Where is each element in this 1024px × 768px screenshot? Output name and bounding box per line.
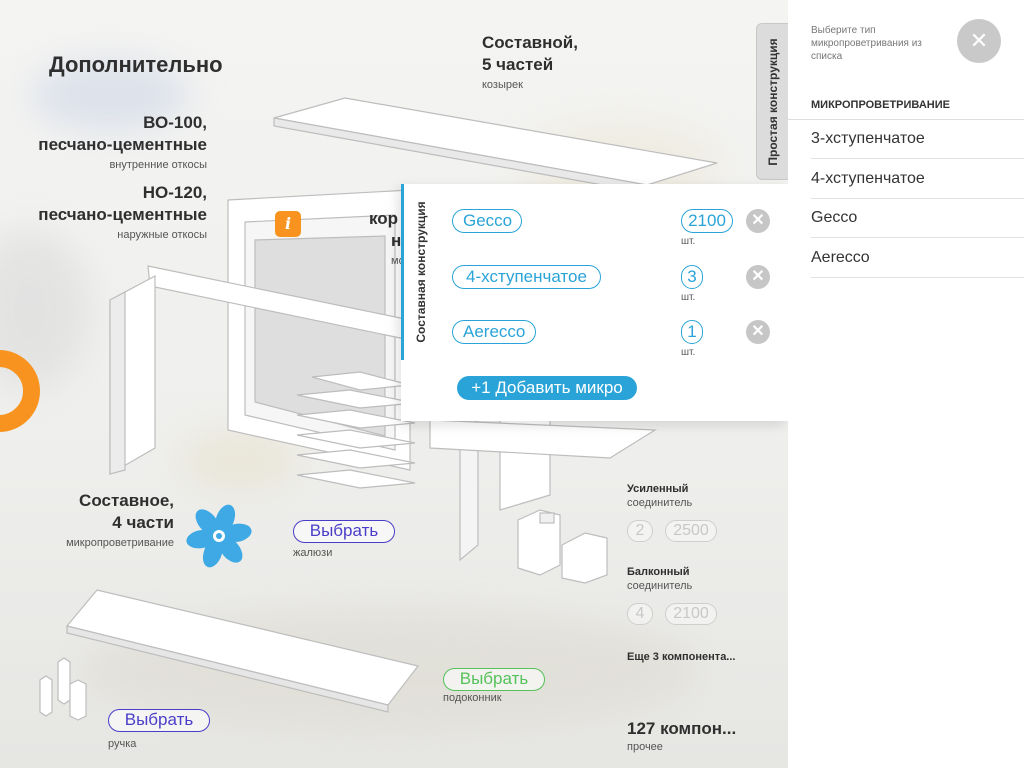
composite-construction-panel: Составная конструкция Gecco 2100 шт. ✕ 4… xyxy=(401,184,788,421)
quantity-field[interactable]: 3 xyxy=(681,265,703,289)
info-icon[interactable]: i xyxy=(275,211,301,237)
sidebar-item-3-step[interactable]: 3-хступенчатое xyxy=(811,119,1024,159)
sidebar-hint: Выберите тип микропроветривания из списк… xyxy=(811,25,922,62)
balcony-qty: 4 xyxy=(627,603,653,625)
inner-slopes-label: ВО-100, песчано-цементные внутренние отк… xyxy=(38,113,207,171)
reinforced-qty: 2 xyxy=(627,520,653,542)
select-handle-button[interactable]: Выбрать xyxy=(108,709,210,732)
balcony-size: 2100 xyxy=(665,603,717,625)
handle-caption: ручка xyxy=(108,738,137,750)
sill-caption: подоконник xyxy=(443,692,502,704)
blinds-caption: жалюзи xyxy=(293,547,333,559)
micro-type-pill[interactable]: Aerecco xyxy=(452,320,536,344)
visor-label: Составной, 5 частей козырек xyxy=(482,33,578,91)
unit-label: шт. xyxy=(681,292,696,303)
more-components-link[interactable]: Еще 3 компонента... xyxy=(627,650,735,664)
tab-simple-construction[interactable]: Простая конструкция xyxy=(756,23,788,180)
select-sill-button[interactable]: Выбрать xyxy=(443,668,545,691)
select-blinds-button[interactable]: Выбрать xyxy=(293,520,395,543)
fan-icon[interactable] xyxy=(186,502,252,570)
outer-slopes-label: НО-120, песчано-цементные наружные откос… xyxy=(38,183,207,241)
remove-icon[interactable]: ✕ xyxy=(746,320,770,344)
total-components-label: 127 компон... прочее xyxy=(627,719,737,753)
unit-label: шт. xyxy=(681,347,696,358)
close-icon[interactable]: ✕ xyxy=(957,19,1001,63)
reinforced-connector-label: Усиленный соединитель xyxy=(627,483,693,509)
remove-icon[interactable]: ✕ xyxy=(746,209,770,233)
micro-label: Составное, 4 части микропроветривание xyxy=(66,491,174,549)
page-title: Дополнительно xyxy=(49,52,223,77)
remove-icon[interactable]: ✕ xyxy=(746,265,770,289)
sidebar-item-4-step[interactable]: 4-хступенчатое xyxy=(811,159,1024,199)
sidebar-item-gecco[interactable]: Gecco xyxy=(811,198,1024,238)
tab-composite-construction[interactable]: Составная конструкция xyxy=(401,184,438,360)
balcony-connector-label: Балконный соединитель xyxy=(627,566,693,592)
composite-row: Aerecco 1 шт. ✕ xyxy=(438,320,788,368)
unit-label: шт. xyxy=(681,236,696,247)
partial-label: кор н мо xyxy=(369,209,405,267)
composite-row: Gecco 2100 шт. ✕ xyxy=(438,209,788,257)
tab-simple-construction-label: Простая конструкция xyxy=(765,37,780,166)
reinforced-size: 2500 xyxy=(665,520,717,542)
composite-list: Gecco 2100 шт. ✕ 4-хступенчатое 3 шт. ✕ … xyxy=(438,184,788,421)
composite-row: 4-хступенчатое 3 шт. ✕ xyxy=(438,265,788,313)
sidebar-item-aerecco[interactable]: Aerecco xyxy=(811,238,1024,278)
micro-ventilation-sidebar: Выберите тип микропроветривания из списк… xyxy=(788,0,1024,768)
micro-type-pill[interactable]: 4-хступенчатое xyxy=(452,265,601,289)
quantity-field[interactable]: 1 xyxy=(681,320,703,344)
tab-composite-construction-label: Составная конструкция xyxy=(414,201,428,343)
sidebar-header: МИКРОПРОВЕТРИВАНИЕ xyxy=(811,99,950,111)
quantity-field[interactable]: 2100 xyxy=(681,209,733,233)
add-micro-button[interactable]: +1 Добавить микро xyxy=(457,376,637,400)
micro-type-pill[interactable]: Gecco xyxy=(452,209,522,233)
